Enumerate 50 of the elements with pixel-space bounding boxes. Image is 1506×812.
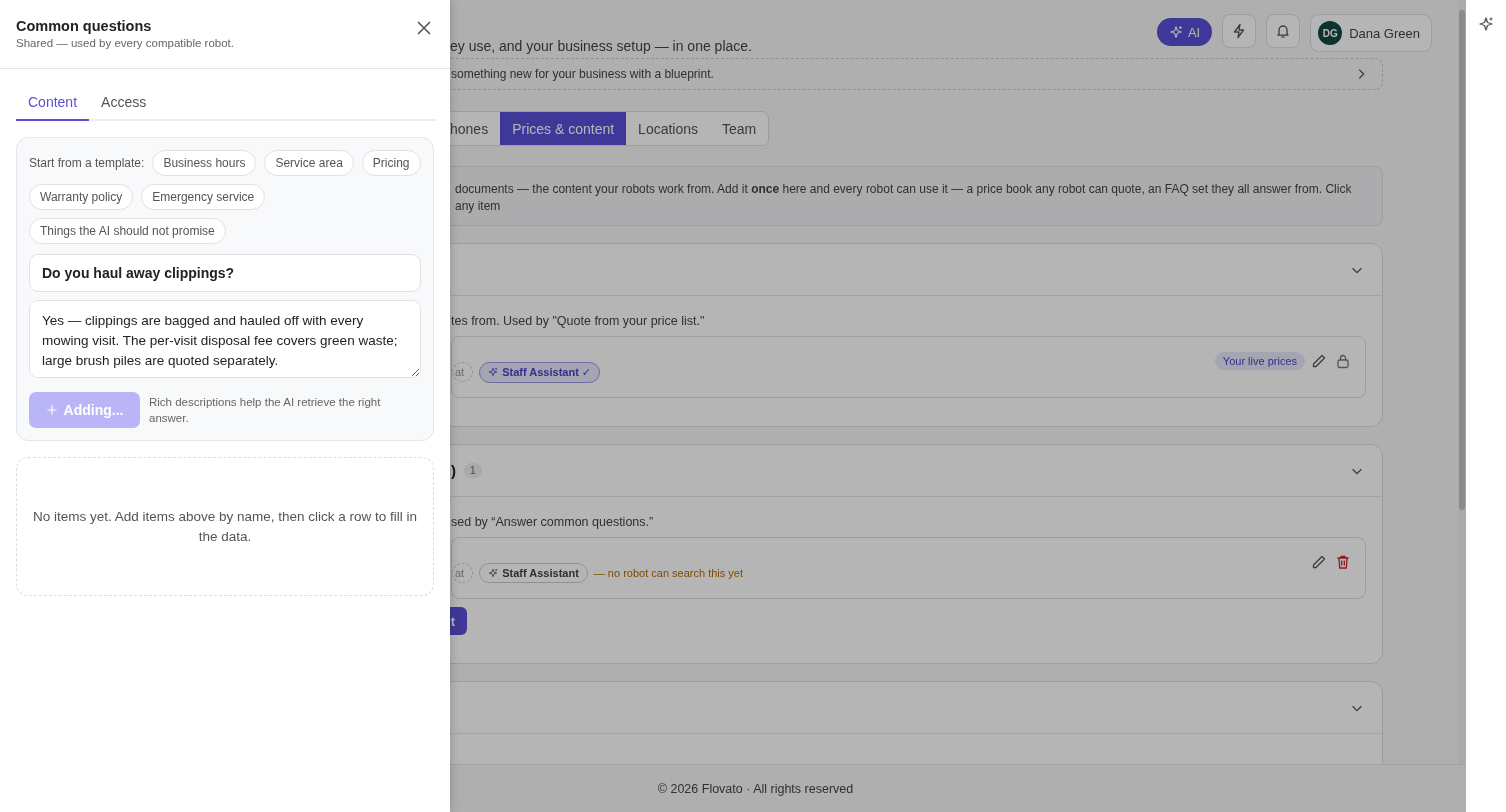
- robot-chip[interactable]: Staff Assistant: [479, 563, 588, 583]
- page-subtitle: ey use, and your business setup — in one place.: [449, 38, 753, 56]
- template-chip[interactable]: Warranty policy: [29, 184, 134, 210]
- ai-assistant-button[interactable]: [1478, 16, 1494, 32]
- question-field[interactable]: Do you haul away clippings?: [29, 254, 421, 292]
- close-button[interactable]: [416, 20, 432, 36]
- tab[interactable]: Prices & content: [500, 112, 627, 145]
- tab[interactable]: Locations: [626, 112, 711, 145]
- robot-chip[interactable]: Staff Assistant ✓: [479, 361, 601, 383]
- tab[interactable]: Content: [16, 86, 90, 121]
- banner-text: something new for your business with a blueprint.: [451, 67, 714, 81]
- tab[interactable]: Access: [89, 86, 159, 121]
- empty-state: No items yet. Add items above by name, then click a row to fill in the data.: [16, 457, 434, 596]
- section-title: ): [451, 462, 456, 479]
- hint-text: Rich descriptions help the AI retrieve the right answer.: [149, 395, 382, 426]
- scrollbar-thumb[interactable]: [1459, 10, 1465, 510]
- sparkle-icon: [1478, 16, 1494, 32]
- sparkle-icon: [488, 367, 499, 377]
- tab[interactable]: Team: [710, 112, 769, 145]
- section-description: tes from. Used by "Quote from your price list.": [451, 314, 706, 328]
- plus-icon: [45, 404, 58, 416]
- template-chip[interactable]: Service area: [264, 150, 354, 176]
- template-label: Start from a template:: [29, 156, 145, 170]
- drawer-subtitle: Shared — used by every compatible robot.: [16, 37, 234, 49]
- close-icon: [416, 20, 432, 36]
- warning-note: — no robot can search this yet: [593, 567, 743, 579]
- drawer-title: Common questions: [16, 18, 153, 34]
- template-chip[interactable]: Business hours: [152, 150, 257, 176]
- template-chip[interactable]: Things the AI should not promise: [29, 218, 226, 244]
- answer-field[interactable]: Yes — clippings are bagged and hauled off with every mowing visit. The per-visit disposal fee covers green waste; large brush piles are quoted separately.: [29, 300, 421, 378]
- template-chip[interactable]: Pricing: [361, 150, 421, 176]
- delete-icon: [1335, 554, 1351, 570]
- edit-icon: [1311, 353, 1327, 369]
- user-name: Dana Green: [1349, 25, 1420, 41]
- count-badge: 1: [464, 463, 482, 478]
- template-chip[interactable]: Emergency service: [141, 184, 266, 210]
- user-menu-button[interactable]: DG Dana Green: [1310, 14, 1432, 52]
- edit-icon: [1311, 554, 1327, 570]
- ai-button[interactable]: AI: [1156, 18, 1213, 46]
- item-row[interactable]: at Staff Assistant ✓ Your live prices: [451, 336, 1366, 398]
- sparkle-icon: [1168, 25, 1183, 39]
- section-description: sed by “Answer common questions.”: [451, 515, 655, 529]
- status-badge: Your live prices: [1214, 352, 1305, 370]
- lock-icon: [1335, 353, 1351, 369]
- sparkle-icon: [488, 568, 499, 578]
- item-row[interactable]: at Staff Assistant — no robot can search this yet: [451, 537, 1366, 599]
- lightning-button[interactable]: [1222, 14, 1257, 48]
- bell-icon: [1275, 23, 1292, 39]
- avatar: DG: [1318, 21, 1343, 45]
- notifications-button[interactable]: [1266, 14, 1301, 48]
